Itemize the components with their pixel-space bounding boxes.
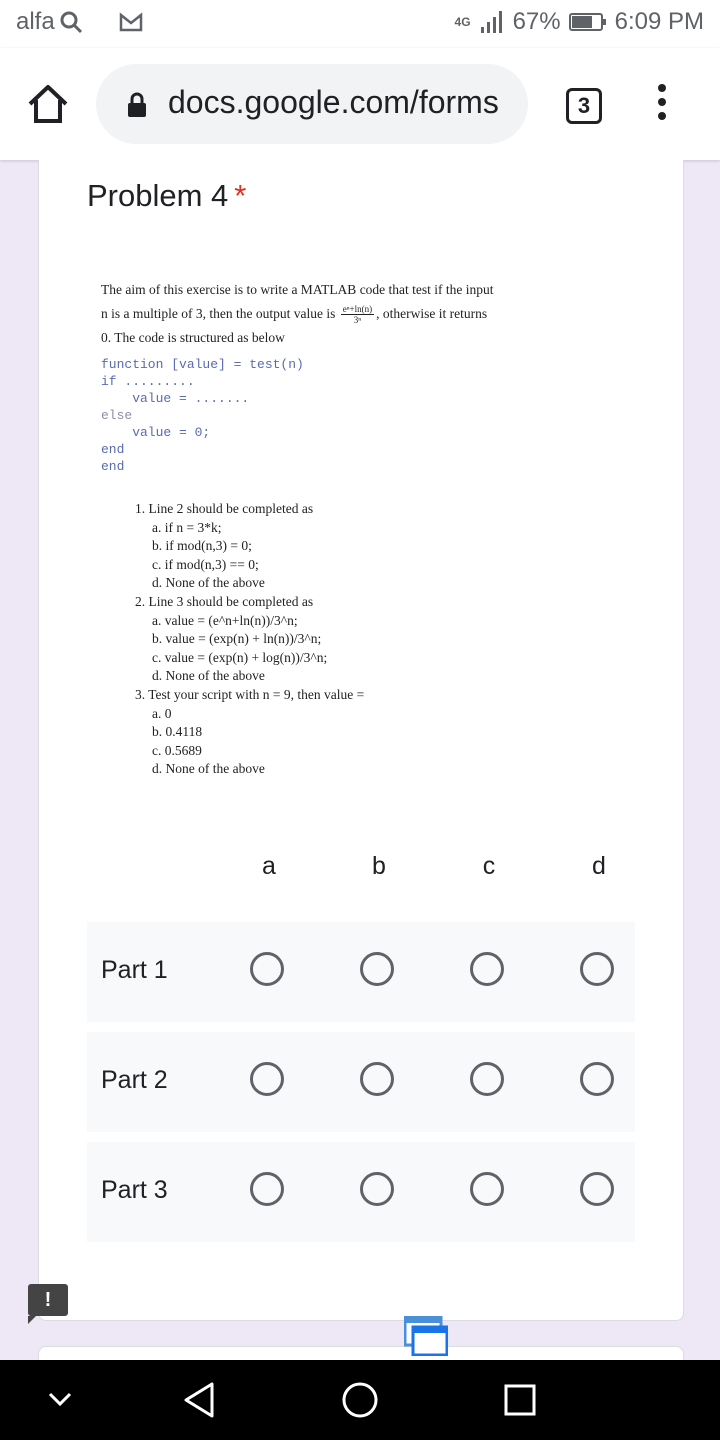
grid-row-part-1: Part 1	[87, 922, 635, 1022]
grid-row-part-2: Part 2	[87, 1032, 635, 1132]
window-switch-icon[interactable]	[404, 1316, 448, 1356]
problem-text-line: 0. The code is structured as below	[101, 330, 285, 345]
carrier-label: alfa	[16, 8, 55, 35]
search-icon	[60, 11, 82, 34]
lock-icon	[128, 92, 146, 117]
sub-question: 2. Line 3 should be completed as	[135, 593, 314, 609]
home-nav-icon[interactable]	[340, 1380, 380, 1420]
option: b. value = (exp(n) + ln(n))/3^n;	[152, 631, 322, 647]
grid-row-part-3: Part 3	[87, 1142, 635, 1242]
network-label: 4G	[454, 15, 471, 29]
browser-toolbar: docs.google.com/forms 3	[0, 48, 720, 160]
sub-questions: 1. Line 2 should be completed as a. if n…	[135, 500, 364, 779]
url-bar[interactable]: docs.google.com/forms	[96, 64, 528, 144]
more-menu-icon[interactable]	[652, 84, 672, 124]
option: c. value = (exp(n) + log(n))/3^n;	[152, 649, 328, 665]
problem-image: The aim of this exercise is to write a M…	[101, 278, 551, 350]
grid-column-a: a	[262, 852, 276, 880]
radio-part2-a[interactable]	[250, 1062, 284, 1096]
grid-row-label: Part 3	[101, 1176, 168, 1204]
home-icon[interactable]	[26, 82, 70, 126]
radio-part3-a[interactable]	[250, 1172, 284, 1206]
url-text[interactable]: docs.google.com/forms	[168, 84, 498, 124]
grid-column-d: d	[592, 852, 606, 880]
radio-part3-b[interactable]	[360, 1172, 394, 1206]
option: d. None of the above	[152, 761, 265, 777]
battery-percent: 67%	[512, 8, 561, 35]
option: d. None of the above	[152, 575, 265, 591]
option: c. 0.5689	[152, 742, 202, 758]
grid-column-b: b	[372, 852, 386, 880]
radio-part1-a[interactable]	[250, 952, 284, 986]
radio-part2-c[interactable]	[470, 1062, 504, 1096]
recents-icon[interactable]	[500, 1380, 540, 1420]
radio-part2-b[interactable]	[360, 1062, 394, 1096]
radio-part1-c[interactable]	[470, 952, 504, 986]
formula: eⁿ+ln(n) 3ⁿ	[340, 304, 375, 326]
gmail-icon	[119, 12, 142, 32]
question-title: Problem 4 *	[87, 178, 247, 213]
battery-icon	[568, 13, 606, 31]
radio-part3-c[interactable]	[470, 1172, 504, 1206]
option: b. 0.4118	[152, 724, 203, 740]
question-card: Problem 4 * The aim of this exercise is t…	[38, 160, 684, 1321]
signal-icon	[480, 11, 502, 33]
option: a. if n = 3*k;	[152, 519, 222, 535]
sub-question: 3. Test your script with n = 9, then val…	[135, 686, 365, 702]
sub-question: 1. Line 2 should be completed as	[135, 501, 314, 516]
back-icon[interactable]	[180, 1380, 220, 1420]
radio-part1-b[interactable]	[360, 952, 394, 986]
option: a. value = (e^n+ln(n))/3^n;	[152, 612, 298, 628]
radio-part1-d[interactable]	[580, 952, 614, 986]
feedback-button[interactable]: !	[28, 1284, 68, 1324]
required-mark: *	[234, 178, 247, 213]
option: d. None of the above	[152, 668, 265, 684]
grid-row-label: Part 1	[101, 956, 168, 984]
tab-switcher-button[interactable]: 3	[566, 88, 602, 124]
option: c. if mod(n,3) == 0;	[152, 556, 259, 572]
problem-text-line: n is a multiple of 3, then the output va…	[101, 304, 488, 326]
grid-column-c: c	[482, 852, 496, 880]
grid-row-label: Part 2	[101, 1066, 168, 1094]
problem-text-line: The aim of this exercise is to write a M…	[101, 282, 494, 297]
collapse-chevron-icon[interactable]	[40, 1380, 80, 1420]
radio-part2-d[interactable]	[580, 1062, 614, 1096]
code-block: function [value] = test(n) if ......... v…	[101, 357, 304, 474]
option: b. if mod(n,3) = 0;	[152, 538, 252, 554]
status-bar: alfa 4G 67% 6:09 PM	[0, 0, 720, 48]
option: a. 0	[152, 705, 172, 721]
system-nav-bar	[0, 1360, 720, 1440]
radio-part3-d[interactable]	[580, 1172, 614, 1206]
clock: 6:09 PM	[614, 8, 704, 35]
